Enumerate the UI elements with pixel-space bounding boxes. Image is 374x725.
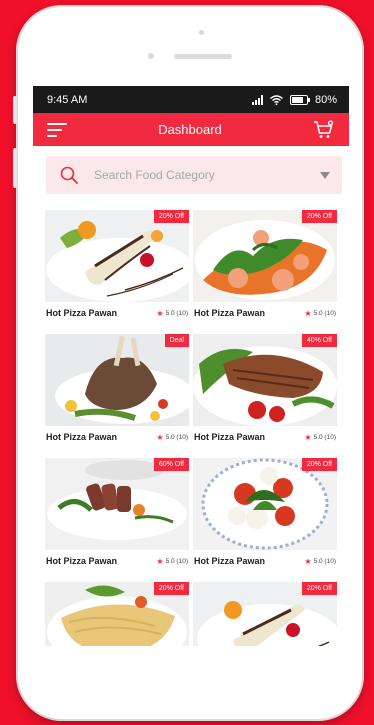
discount-badge: 20% Off	[301, 210, 337, 223]
star-icon: ★	[304, 556, 312, 566]
star-icon: ★	[304, 432, 312, 442]
food-name: Hot Pizza Pawan	[194, 308, 266, 318]
rating-value: 5.0 (10)	[165, 309, 188, 317]
discount-badge: 60% Off	[153, 458, 189, 471]
food-name: Hot Pizza Pawan	[46, 556, 118, 566]
discount-badge: 20% Off	[301, 458, 337, 471]
battery-percent: 80%	[314, 93, 337, 106]
wifi-icon	[270, 94, 283, 105]
status-bar: 9:45 AM 80%	[33, 86, 349, 113]
star-icon: ★	[156, 432, 164, 442]
food-name: Hot Pizza Pawan	[46, 432, 118, 442]
side-button	[13, 148, 17, 188]
food-image: 20% Off	[45, 210, 189, 302]
rating-value: 5.0 (10)	[165, 557, 188, 565]
search-input[interactable]	[92, 167, 320, 183]
food-image: 40% Off	[193, 334, 337, 426]
page-title: Dashboard	[158, 122, 222, 137]
front-camera	[199, 30, 204, 35]
food-image: 20% Off	[193, 458, 337, 550]
food-image: Deal	[45, 334, 189, 426]
rating: ★ 5.0 (10)	[304, 557, 336, 566]
food-name: Hot Pizza Pawan	[46, 308, 118, 318]
battery-icon	[289, 94, 310, 105]
rating-value: 5.0 (10)	[313, 309, 336, 317]
food-card[interactable]: 20% Off Hot Pizza Pawan ★ 5.0 (10)	[193, 458, 337, 582]
rating: ★ 5.0 (10)	[156, 557, 188, 566]
food-name: Hot Pizza Pawan	[194, 556, 266, 566]
discount-badge: Deal	[164, 334, 189, 347]
food-image: 20% Off	[45, 582, 189, 646]
star-icon: ★	[156, 556, 164, 566]
rating: ★ 5.0 (10)	[304, 309, 336, 318]
search-icon	[60, 166, 78, 184]
food-image: 20% Off	[193, 210, 337, 302]
hamburger-icon[interactable]	[47, 122, 67, 137]
food-card[interactable]: 20% Off	[45, 582, 189, 646]
food-card[interactable]: 60% Off Hot Pizza Pawan ★ 5.0 (10)	[45, 458, 189, 582]
food-grid: 20% Off Hot Pizza Pawan ★ 5.0 (10) 20% O…	[45, 210, 337, 646]
discount-badge: 20% Off	[153, 210, 189, 223]
status-time: 9:45 AM	[47, 93, 88, 106]
food-card[interactable]: 20% Off	[193, 582, 337, 646]
food-image: 60% Off	[45, 458, 189, 550]
star-icon: ★	[304, 308, 312, 318]
food-card[interactable]: 20% Off Hot Pizza Pawan ★ 5.0 (10)	[45, 210, 189, 334]
rating-value: 5.0 (10)	[313, 433, 336, 441]
food-card[interactable]: 40% Off Hot Pizza Pawan ★ 5.0 (10)	[193, 334, 337, 458]
food-card[interactable]: Deal Hot Pizza Pawan ★ 5.0 (10)	[45, 334, 189, 458]
food-card[interactable]: 20% Off Hot Pizza Pawan ★ 5.0 (10)	[193, 210, 337, 334]
rating-value: 5.0 (10)	[313, 557, 336, 565]
rating: ★ 5.0 (10)	[304, 433, 336, 442]
cart-icon[interactable]	[313, 119, 335, 140]
earpiece-speaker	[174, 54, 232, 59]
rating-value: 5.0 (10)	[165, 433, 188, 441]
app-screen: 9:45 AM 80% Dashboard Search Food Catego…	[33, 86, 349, 646]
food-image: 20% Off	[193, 582, 337, 646]
food-name: Hot Pizza Pawan	[194, 432, 266, 442]
proximity-sensor	[148, 53, 154, 59]
star-icon: ★	[156, 308, 164, 318]
rating: ★ 5.0 (10)	[156, 433, 188, 442]
search-bar[interactable]	[46, 156, 342, 194]
side-button	[13, 96, 17, 124]
discount-badge: 20% Off	[301, 582, 337, 595]
rating: ★ 5.0 (10)	[156, 309, 188, 318]
chevron-down-icon[interactable]	[320, 171, 330, 179]
signal-icon	[251, 94, 263, 105]
discount-badge: 20% Off	[153, 582, 189, 595]
discount-badge: 40% Off	[301, 334, 337, 347]
app-header: Dashboard	[33, 113, 349, 146]
